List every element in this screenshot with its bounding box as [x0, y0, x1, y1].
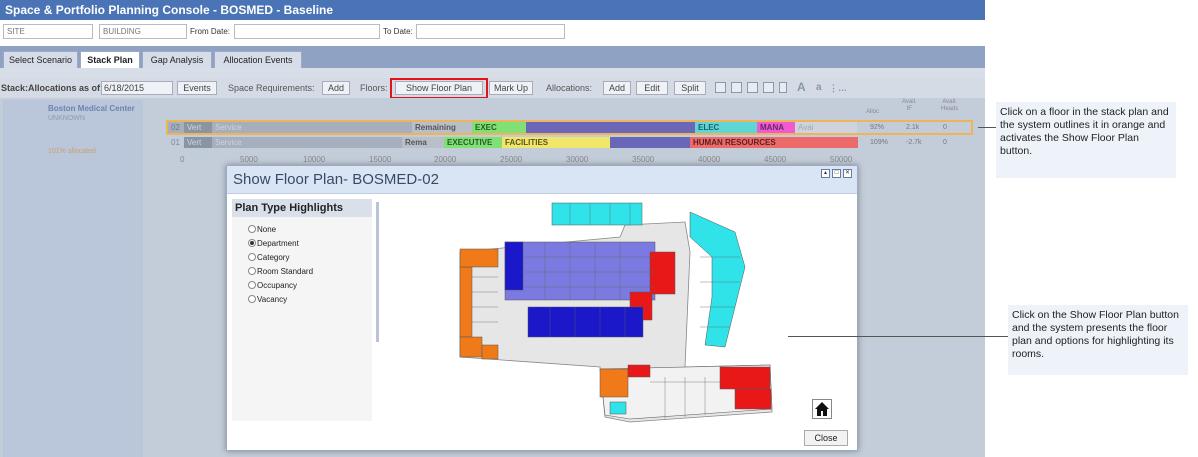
home-icon[interactable]	[812, 399, 832, 419]
radio-icon[interactable]	[248, 253, 256, 261]
dialog-title: Show Floor Plan- BOSMED-02	[233, 171, 439, 188]
show-floor-plan-dialog: Show Floor Plan- BOSMED-02 ▴ □ ✕ Plan Ty…	[226, 165, 858, 451]
annotation-stack-plan: Click on a floor in the stack plan and t…	[996, 102, 1176, 178]
font-larger-icon[interactable]: A	[797, 80, 806, 94]
tab-stack-plan[interactable]: Stack Plan	[80, 51, 140, 68]
floor-01-avail-heads: 0	[943, 139, 947, 146]
radio-icon[interactable]	[248, 267, 256, 275]
from-date-input[interactable]	[234, 24, 380, 39]
space-req-add-button[interactable]: Add	[322, 81, 350, 95]
mark-up-button[interactable]: Mark Up	[489, 81, 533, 95]
annotation-floor-plan: Click on the Show Floor Plan button and …	[1008, 305, 1188, 375]
option-room-standard[interactable]: Room Standard	[248, 267, 313, 276]
allocations-label: Allocations:	[546, 83, 593, 93]
minimize-icon[interactable]: ▴	[821, 169, 830, 178]
space-requirements-label: Space Requirements:	[228, 83, 315, 93]
floor-01-label[interactable]: 01	[168, 137, 184, 148]
collapse-icon[interactable]	[731, 82, 742, 93]
axis-tick: 45000	[764, 155, 787, 164]
floor-01-executive[interactable]: EXECUTIVE	[444, 137, 502, 148]
annotation-connector	[788, 336, 1008, 337]
allocations-add-button[interactable]: Add	[603, 81, 631, 95]
axis-tick: 0	[180, 155, 185, 164]
to-date-input[interactable]	[416, 24, 565, 39]
date-field[interactable]: 6/18/2015	[101, 81, 173, 95]
avail-heads-header: Avail. Heads	[941, 99, 959, 112]
floor-01-remaining[interactable]: Rema	[402, 137, 444, 148]
maximize-icon[interactable]: □	[832, 169, 841, 178]
floor-01-purple-segment[interactable]	[610, 137, 690, 148]
axis-tick: 15000	[369, 155, 392, 164]
option-department[interactable]: Department	[248, 239, 299, 248]
panel-scrollbar[interactable]	[376, 202, 379, 342]
floor-01-service[interactable]: Service	[212, 137, 402, 148]
selected-floor-outline	[166, 120, 973, 135]
radio-selected-icon[interactable]	[248, 239, 256, 247]
building-input[interactable]	[99, 24, 187, 39]
option-category[interactable]: Category	[248, 253, 289, 262]
floor-01-alloc: 109%	[870, 139, 888, 146]
dialog-header: Show Floor Plan- BOSMED-02 ▴ □ ✕	[227, 166, 857, 194]
annotation-connector	[978, 127, 996, 128]
axis-tick: 40000	[698, 155, 721, 164]
floor-01-overflow-segment[interactable]	[826, 137, 858, 148]
expand-icon[interactable]	[715, 82, 726, 93]
avail-sf-header: Avail. tF	[902, 99, 917, 112]
legend-icon[interactable]	[779, 82, 787, 93]
close-button[interactable]: Close	[804, 430, 848, 446]
font-smaller-icon[interactable]: a	[816, 82, 822, 93]
plan-type-panel: Plan Type Highlights None Department Cat…	[232, 199, 372, 421]
plan-type-title: Plan Type Highlights	[232, 199, 372, 217]
axis-tick: 30000	[566, 155, 589, 164]
show-floor-plan-highlight	[390, 78, 488, 99]
tab-allocation-events[interactable]: Allocation Events	[214, 51, 302, 68]
axis-tick: 5000	[240, 155, 258, 164]
option-vacancy[interactable]: Vacancy	[248, 295, 287, 304]
filter-bar: From Date: To Date:	[0, 20, 985, 46]
edit-button[interactable]: Edit	[636, 81, 668, 95]
radio-icon[interactable]	[248, 281, 256, 289]
floor-01-vert[interactable]: Vert	[184, 137, 212, 148]
tab-divider	[0, 68, 985, 78]
axis-tick: 10000	[303, 155, 326, 164]
tab-gap-analysis[interactable]: Gap Analysis	[142, 51, 212, 68]
axis-tick: 25000	[500, 155, 523, 164]
floor-01-avail-sf: -2.7k	[906, 139, 922, 146]
zoom-icon[interactable]	[763, 82, 774, 93]
more-icon[interactable]: ⋮…	[829, 83, 847, 94]
floor-01-human-resources[interactable]: HUMAN RESOURCES	[690, 137, 826, 148]
site-input[interactable]	[3, 24, 93, 39]
radio-icon[interactable]	[248, 225, 256, 233]
floor-01-facilities[interactable]: FACILITIES	[502, 137, 610, 148]
events-button[interactable]: Events	[177, 81, 217, 95]
alloc-header: Alloc	[866, 109, 880, 115]
tab-bar: Select Scenario Stack Plan Gap Analysis …	[0, 46, 985, 68]
option-occupancy[interactable]: Occupancy	[248, 281, 297, 290]
stack-label: Stack:Allocations as of:	[1, 83, 104, 93]
axis-tick: 35000	[632, 155, 655, 164]
building-name[interactable]: Boston Medical Center	[48, 104, 135, 113]
close-icon[interactable]: ✕	[843, 169, 852, 178]
app-window: Space & Portfolio Planning Console - BOS…	[0, 0, 985, 457]
building-status: UNKNOWN	[48, 115, 85, 122]
allocated-percent: 101% allocated	[48, 148, 96, 155]
axis-tick: 20000	[434, 155, 457, 164]
to-date-label: To Date:	[383, 27, 413, 36]
from-date-label: From Date:	[190, 27, 231, 36]
axis-tick: 50000	[830, 155, 853, 164]
split-button[interactable]: Split	[674, 81, 706, 95]
tab-select-scenario[interactable]: Select Scenario	[3, 51, 78, 68]
fit-icon[interactable]	[747, 82, 758, 93]
option-none[interactable]: None	[248, 225, 276, 234]
floors-label: Floors:	[360, 83, 388, 93]
radio-icon[interactable]	[248, 295, 256, 303]
window-title: Space & Portfolio Planning Console - BOS…	[0, 0, 985, 20]
floor-plan-image[interactable]	[450, 197, 780, 427]
toolbar: Stack:Allocations as of: 6/18/2015 Event…	[0, 78, 985, 98]
